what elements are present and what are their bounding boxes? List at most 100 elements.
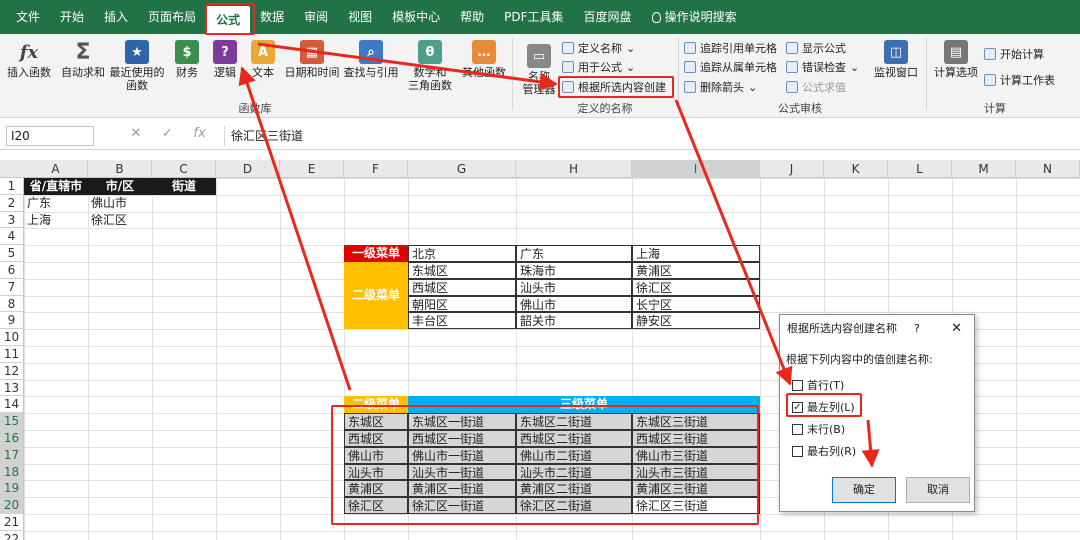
column-header-l[interactable]: L bbox=[888, 160, 952, 178]
table3-cell[interactable]: 东城区一街道 bbox=[408, 413, 516, 430]
table3-cell[interactable]: 东城区二街道 bbox=[516, 413, 632, 430]
table1-header-cell[interactable]: 街道 bbox=[152, 178, 216, 195]
name-manager-button[interactable]: ▭ 名称 管理器 bbox=[520, 44, 558, 96]
row-header-14[interactable]: 14 bbox=[0, 396, 24, 414]
table2-cell[interactable]: 朝阳区 bbox=[408, 295, 516, 313]
table3-cell[interactable]: 佛山市一街道 bbox=[408, 446, 516, 464]
table3-cell[interactable]: 西城区一街道 bbox=[408, 430, 516, 447]
tab-baidu-netdisk[interactable]: 百度网盘 bbox=[574, 0, 642, 34]
table1-cell[interactable] bbox=[152, 195, 216, 212]
table2-cell[interactable]: 佛山市 bbox=[516, 295, 632, 313]
remove-arrows-button[interactable]: 删除箭头 ⌄ bbox=[684, 79, 757, 95]
table2-city-cell[interactable]: 上海 bbox=[632, 245, 760, 262]
row-header-19[interactable]: 19 bbox=[0, 480, 24, 498]
show-formulas-button[interactable]: 显示公式 bbox=[786, 40, 846, 56]
trace-dependents-button[interactable]: 追踪从属单元格 bbox=[684, 59, 777, 75]
define-name-button[interactable]: 定义名称 ⌄ bbox=[562, 40, 635, 56]
lookup-reference-button[interactable]: ⌕ 查找与引用 bbox=[342, 40, 400, 79]
checkbox-left-column[interactable]: ✓ bbox=[792, 401, 803, 413]
fx-icon[interactable]: fx bbox=[193, 126, 205, 146]
math-trig-button[interactable]: θ 数学和 三角函数 bbox=[402, 40, 458, 92]
column-header-k[interactable]: K bbox=[824, 160, 888, 178]
table3-cell[interactable]: 徐汇区 bbox=[344, 497, 408, 514]
cancel-button[interactable]: 取消 bbox=[906, 477, 970, 503]
watch-window-button[interactable]: ◫ 监视窗口 bbox=[868, 40, 924, 79]
ok-button[interactable]: 确定 bbox=[832, 477, 896, 503]
table3-cell[interactable]: 东城区 bbox=[344, 413, 408, 430]
table2-city-cell[interactable]: 广东 bbox=[516, 245, 632, 262]
table3-cell[interactable]: 黄浦区二街道 bbox=[516, 480, 632, 498]
table2-cell[interactable]: 丰台区 bbox=[408, 312, 516, 330]
insert-function-button[interactable]: fx 插入函数 bbox=[6, 40, 52, 79]
text-button[interactable]: A 文本 bbox=[246, 40, 280, 79]
use-in-formula-button[interactable]: 用于公式 ⌄ bbox=[562, 59, 635, 75]
table3-level2-label[interactable]: 二级菜单 bbox=[344, 396, 408, 414]
row-header-10[interactable]: 10 bbox=[0, 329, 24, 346]
create-from-selection-button[interactable]: 根据所选内容创建 bbox=[562, 79, 666, 95]
table2-cell[interactable]: 西城区 bbox=[408, 278, 516, 296]
table3-cell[interactable]: 汕头市 bbox=[344, 463, 408, 481]
table2-cell[interactable]: 韶关市 bbox=[516, 312, 632, 330]
row-header-8[interactable]: 8 bbox=[0, 295, 24, 313]
column-header-m[interactable]: M bbox=[952, 160, 1016, 178]
column-header-h[interactable]: H bbox=[516, 160, 632, 178]
row-header-15[interactable]: 15 bbox=[0, 413, 24, 430]
option-top-row[interactable]: 首行(T) bbox=[792, 377, 844, 393]
error-checking-button[interactable]: 错误检查 ⌄ bbox=[786, 59, 859, 75]
tab-home[interactable]: 开始 bbox=[50, 0, 94, 34]
row-header-5[interactable]: 5 bbox=[0, 245, 24, 262]
column-header-c[interactable]: C bbox=[152, 160, 216, 178]
table3-cell[interactable]: 佛山市三街道 bbox=[632, 446, 760, 464]
table1-header-cell[interactable]: 市/区 bbox=[88, 178, 152, 195]
row-header-2[interactable]: 2 bbox=[0, 194, 24, 212]
level2-menu-label[interactable]: 二级菜单 bbox=[344, 262, 408, 330]
more-functions-button[interactable]: … 其他函数 bbox=[460, 40, 508, 79]
tab-templates[interactable]: 模板中心 bbox=[382, 0, 450, 34]
close-button[interactable]: ✕ bbox=[951, 315, 962, 343]
table3-cell[interactable]: 汕头市三街道 bbox=[632, 463, 760, 481]
column-header-d[interactable]: D bbox=[216, 160, 280, 178]
table2-cell[interactable]: 静安区 bbox=[632, 312, 760, 330]
row-header-3[interactable]: 3 bbox=[0, 211, 24, 229]
calculation-options-button[interactable]: ▤ 计算选项 bbox=[932, 40, 980, 79]
tab-data[interactable]: 数据 bbox=[250, 0, 294, 34]
tab-formulas[interactable]: 公式 bbox=[206, 6, 251, 34]
table1-cell[interactable]: 上海 bbox=[24, 212, 88, 229]
table3-cell[interactable]: 黄浦区三街道 bbox=[632, 480, 760, 498]
table3-cell[interactable]: 东城区三街道 bbox=[632, 413, 760, 430]
name-box[interactable]: I20 bbox=[6, 126, 94, 146]
table3-cell[interactable]: 徐汇区一街道 bbox=[408, 497, 516, 514]
tell-me-search[interactable]: 操作说明搜索 bbox=[642, 0, 747, 34]
active-cell[interactable]: 徐汇区三街道 bbox=[632, 497, 760, 514]
row-header-1[interactable]: 1 bbox=[0, 178, 24, 195]
row-header-16[interactable]: 16 bbox=[0, 430, 24, 447]
row-header-4[interactable]: 4 bbox=[0, 228, 24, 246]
table2-cell[interactable]: 徐汇区 bbox=[632, 278, 760, 296]
tab-view[interactable]: 视图 bbox=[338, 0, 382, 34]
table3-cell[interactable]: 黄浦区一街道 bbox=[408, 480, 516, 498]
row-header-7[interactable]: 7 bbox=[0, 278, 24, 296]
table3-cell[interactable]: 西城区 bbox=[344, 430, 408, 447]
row-header-6[interactable]: 6 bbox=[0, 262, 24, 279]
table3-cell[interactable]: 汕头市一街道 bbox=[408, 463, 516, 481]
tab-page-layout[interactable]: 页面布局 bbox=[138, 0, 206, 34]
row-header-22[interactable]: 22 bbox=[0, 530, 24, 540]
table1-header-cell[interactable]: 省/直辖市 bbox=[24, 178, 88, 195]
help-button[interactable]: ? bbox=[914, 315, 920, 343]
row-header-17[interactable]: 17 bbox=[0, 446, 24, 464]
table3-cell[interactable]: 佛山市 bbox=[344, 446, 408, 464]
column-header-e[interactable]: E bbox=[280, 160, 344, 178]
calculate-now-button[interactable]: 开始计算 bbox=[984, 46, 1044, 62]
table3-level3-label[interactable]: 三级菜单 bbox=[408, 396, 760, 414]
date-time-button[interactable]: ▦ 日期和时间 bbox=[284, 40, 340, 79]
table1-cell[interactable]: 广东 bbox=[24, 195, 88, 212]
column-header-f[interactable]: F bbox=[344, 160, 408, 178]
row-header-21[interactable]: 21 bbox=[0, 514, 24, 531]
evaluate-formula-button[interactable]: 公式求值 bbox=[786, 79, 846, 95]
recent-functions-button[interactable]: ★ 最近使用的 函数 bbox=[108, 40, 166, 92]
table3-cell[interactable]: 徐汇区二街道 bbox=[516, 497, 632, 514]
checkbox-bottom-row[interactable] bbox=[792, 423, 803, 435]
cancel-icon[interactable]: ✕ bbox=[130, 126, 141, 146]
row-header-11[interactable]: 11 bbox=[0, 346, 24, 363]
autosum-button[interactable]: Σ 自动求和 bbox=[60, 40, 106, 79]
